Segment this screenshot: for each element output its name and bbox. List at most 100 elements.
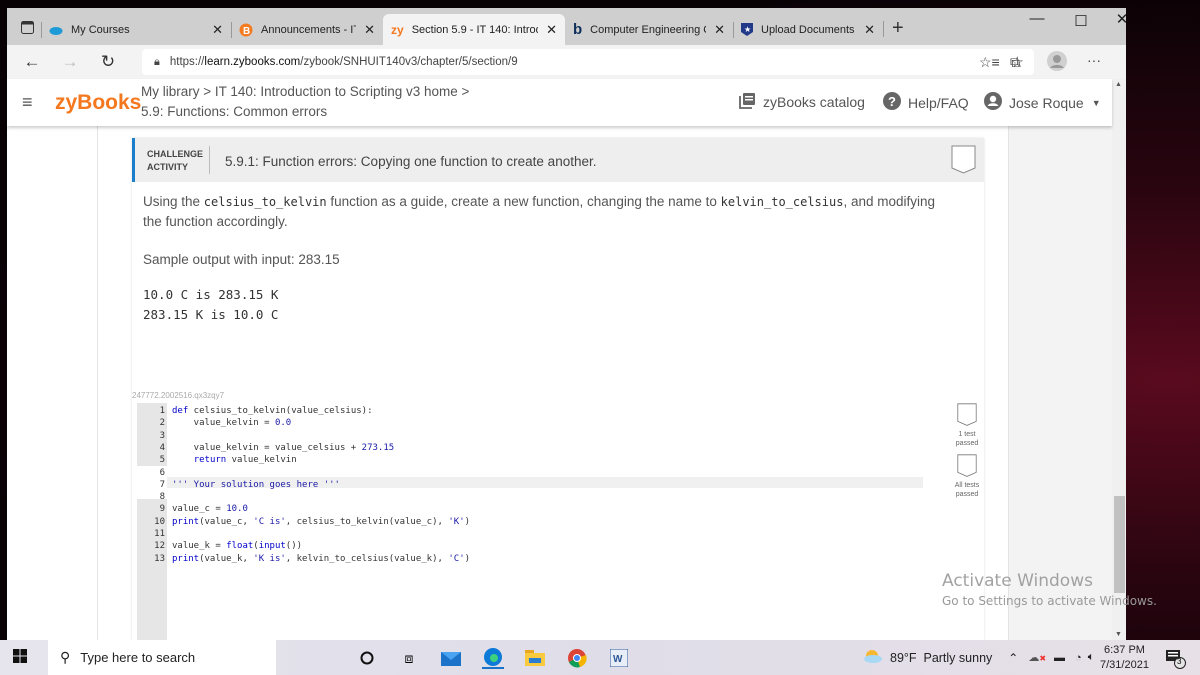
activity-type: CHALLENGE ACTIVITY	[147, 149, 203, 172]
more-options-icon[interactable]: ···	[1087, 52, 1101, 68]
code-editor[interactable]: 1 def celsius_to_kelvin(value_celsius): 2 …	[137, 403, 923, 640]
code-line[interactable]: value_kelvin = value_celsius + 273.15	[172, 443, 395, 453]
code-line[interactable]: value_k = float(input())	[172, 541, 302, 551]
line-number: 8	[159, 492, 165, 503]
activity-header: CHALLENGE ACTIVITY 5.9.1: Function error…	[132, 138, 984, 182]
close-window-button[interactable]: ✕	[1100, 10, 1126, 28]
browser-window: My Courses ✕ B Announcements - IT-140- ✕…	[7, 8, 1126, 640]
line-number: 6	[159, 467, 165, 478]
forward-button[interactable]: →	[55, 52, 85, 72]
left-sidebar	[7, 126, 98, 640]
search-icon: ⚲	[60, 649, 71, 665]
line-number: 1	[159, 406, 165, 416]
catalog-link[interactable]: zyBooks catalog	[739, 92, 865, 112]
zybooks-icon: zy	[391, 22, 404, 37]
profile-avatar[interactable]	[1047, 51, 1067, 74]
bartleby-icon: b	[573, 21, 583, 38]
code-id: 247772.2002516.qx3zqy7	[132, 391, 225, 400]
code-line[interactable]: print(value_k, 'K is', kelvin_to_celsius…	[172, 554, 470, 564]
scroll-up-icon[interactable]: ▲	[1115, 81, 1122, 88]
word-icon[interactable]: W	[608, 647, 630, 669]
back-button[interactable]: ←	[17, 52, 47, 72]
task-view-icon[interactable]: ⧈	[398, 647, 420, 669]
minimize-button[interactable]: —	[1015, 10, 1059, 27]
test1-status: 1 test passed	[955, 431, 979, 447]
weather-icon[interactable]	[862, 649, 882, 666]
help-icon: ?	[883, 92, 901, 113]
new-tab-button[interactable]: +	[884, 17, 912, 40]
line-number: 11	[154, 529, 165, 539]
notifications-button[interactable]: 3	[1165, 649, 1187, 674]
cortana-icon[interactable]	[356, 647, 378, 669]
tab-computer-engineering[interactable]: b Computer Engineering Qu ✕	[565, 14, 733, 45]
tab-strip: My Courses ✕ B Announcements - IT-140- ✕…	[7, 8, 1126, 45]
tab-my-courses[interactable]: My Courses ✕	[41, 14, 231, 45]
close-tab-icon[interactable]: ✕	[714, 22, 725, 38]
chevron-down-icon: ▼	[1091, 97, 1101, 108]
maximize-button[interactable]: ☐	[1059, 12, 1103, 30]
svg-text:W: W	[613, 654, 623, 665]
code-line[interactable]: value_c = 10.0	[172, 504, 248, 514]
tab-announcements[interactable]: B Announcements - IT-140- ✕	[231, 14, 383, 45]
line-number: 7	[159, 479, 165, 490]
file-explorer-icon[interactable]	[524, 647, 546, 669]
activate-windows-title: Activate Windows	[942, 571, 1093, 591]
weather-widget[interactable]: 89°F Partly sunny	[890, 651, 992, 665]
favorites-icon[interactable]: ☆≡	[979, 54, 1000, 71]
scrollbar-thumb[interactable]	[1114, 496, 1125, 593]
volume-icon[interactable]: 🔈︎	[1088, 651, 1095, 664]
close-tab-icon[interactable]: ✕	[364, 22, 375, 38]
code-line[interactable]: ''' Your solution goes here '''	[172, 480, 340, 490]
zybooks-header: ≡ zyBooks My library > IT 140: Introduct…	[7, 79, 1112, 126]
cloud-icon	[49, 26, 63, 35]
page-scrollbar[interactable]: ▲ ▼	[1112, 79, 1126, 640]
test1-badge-icon	[957, 403, 977, 426]
windows-icon	[13, 649, 27, 663]
sample-output-line: 283.15 K is 10.0 C	[143, 307, 279, 322]
zybooks-logo[interactable]: zyBooks	[55, 91, 141, 115]
code-line[interactable]: value_kelvin = 0.0	[172, 418, 292, 428]
start-button[interactable]	[0, 649, 40, 666]
battery-icon[interactable]: ▬	[1054, 652, 1065, 664]
collections-icon[interactable]: ⧉	[1010, 54, 1020, 71]
refresh-button[interactable]: ↻	[93, 52, 123, 72]
tab-actions-button[interactable]	[13, 13, 41, 41]
chrome-icon[interactable]	[566, 647, 588, 669]
menu-icon[interactable]: ≡	[22, 92, 33, 113]
scroll-down-icon[interactable]: ▼	[1115, 631, 1122, 638]
sample-output-label: Sample output with input: 283.15	[143, 252, 340, 267]
completion-badge-icon	[951, 145, 976, 174]
activity-description: Using the celsius_to_kelvin function as …	[143, 194, 936, 229]
page-content: CHALLENGE ACTIVITY 5.9.1: Function error…	[7, 126, 1112, 640]
line-number: 5	[159, 455, 165, 466]
clock[interactable]: 6:37 PM 7/31/2021	[1100, 643, 1149, 673]
url-field[interactable]: 🔒︎ https://learn.zybooks.com/zybook/SNHU…	[142, 49, 1034, 75]
code-line[interactable]: def celsius_to_kelvin(value_celsius):	[172, 406, 373, 416]
code-line[interactable]: return value_kelvin	[172, 455, 297, 465]
notification-icon	[1166, 650, 1186, 669]
close-tab-icon[interactable]: ✕	[546, 22, 557, 38]
show-hidden-icons-icon[interactable]: ⌃	[1008, 651, 1018, 665]
lock-icon[interactable]: 🔒︎	[154, 56, 160, 69]
svg-text:?: ?	[888, 94, 896, 109]
close-tab-icon[interactable]: ✕	[864, 22, 875, 38]
notification-count: 3	[1177, 657, 1182, 666]
user-menu[interactable]: Jose Roque ▼	[984, 92, 1101, 113]
breadcrumb[interactable]: My library > IT 140: Introduction to Scr…	[141, 84, 469, 99]
close-tab-icon[interactable]: ✕	[212, 22, 223, 38]
line-number: 4	[159, 442, 165, 453]
code-line[interactable]: print(value_c, 'C is', celsius_to_kelvin…	[172, 517, 470, 527]
tab-actions-icon	[20, 20, 34, 34]
help-link[interactable]: ? Help/FAQ	[883, 92, 969, 113]
tab-section-5-9[interactable]: zy Section 5.9 - IT 140: Introd ✕	[383, 14, 565, 45]
system-tray: 89°F Partly sunny ⌃ ☁✖ ▬ ◔ 🔈︎	[862, 640, 1094, 675]
svg-text:★: ★	[744, 25, 751, 34]
breadcrumb-section[interactable]: 5.9: Functions: Common errors	[141, 104, 327, 119]
onedrive-error-icon[interactable]: ☁✖	[1028, 651, 1046, 664]
edge-icon[interactable]	[482, 647, 504, 669]
mail-icon[interactable]	[440, 647, 462, 669]
taskbar-search[interactable]: ⚲ Type here to search	[48, 640, 276, 675]
sample-output-line: 10.0 C is 283.15 K	[143, 287, 279, 302]
tab-upload-documents[interactable]: ★ Upload Documents for Fre ✕	[733, 14, 883, 45]
wifi-icon[interactable]: ◔	[1075, 652, 1082, 664]
